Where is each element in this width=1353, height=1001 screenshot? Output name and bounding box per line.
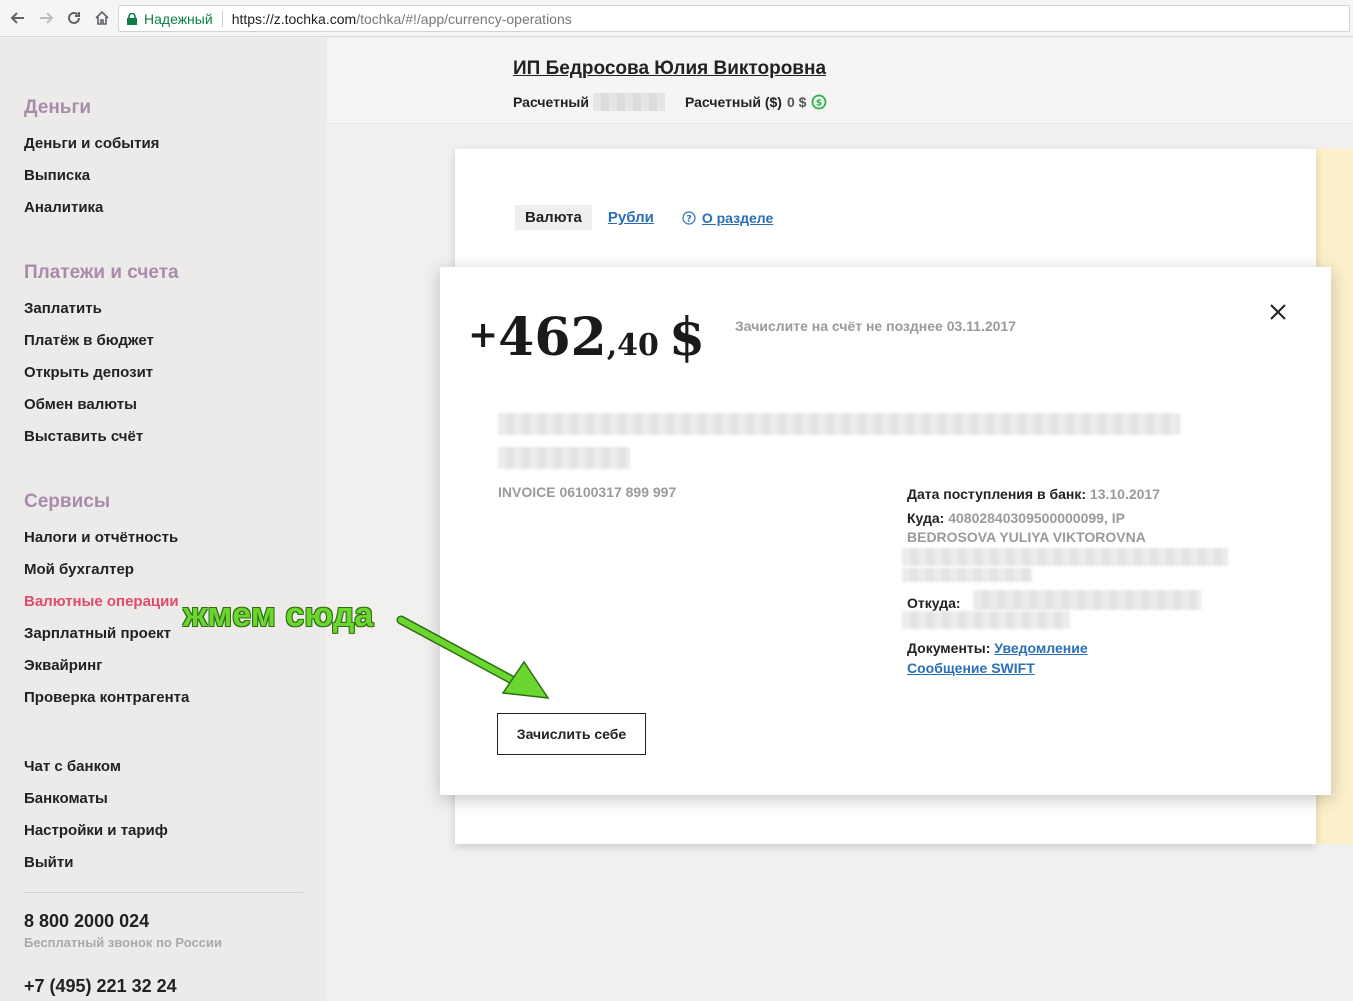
- tab-currency[interactable]: Валюта: [515, 205, 592, 230]
- to-label: Куда:: [907, 510, 945, 526]
- forward-button[interactable]: [32, 4, 60, 32]
- url-host: https://z.tochka.com: [231, 10, 357, 27]
- received-date-row: Дата поступления в банк: 13.10.2017: [907, 484, 1160, 504]
- sidebar-group-title: Сервисы: [24, 491, 111, 512]
- sidebar-divider: [24, 892, 303, 893]
- browser-toolbar: Надежный https://z.tochka.com/tochka/#!/…: [0, 0, 1353, 37]
- sidebar-item-accountant[interactable]: Мой бухгалтер: [24, 554, 189, 586]
- sidebar-item-counterparty-check[interactable]: Проверка контрагента: [24, 682, 189, 714]
- phone-moscow: +7 (495) 221 32 24: [24, 976, 177, 996]
- sidebar: Деньги Деньги и события Выписка Аналитик…: [0, 38, 327, 1001]
- to-value-line1: 40802840309500000099, IP: [948, 510, 1125, 526]
- sidebar-group-title: Платежи и счета: [24, 262, 179, 283]
- received-date-value: 13.10.2017: [1089, 486, 1160, 502]
- sidebar-item-pay[interactable]: Заплатить: [24, 293, 179, 325]
- tab-rubles[interactable]: Рубли: [608, 209, 654, 226]
- account-rub-balance-hidden: [592, 93, 665, 111]
- documents-row: Документы: Уведомление: [907, 638, 1088, 658]
- sidebar-item-analytics[interactable]: Аналитика: [24, 192, 159, 224]
- incoming-payment-modal: +462,40 $ Зачислите на счёт не позднее 03…: [440, 267, 1331, 795]
- svg-text:$: $: [816, 99, 822, 109]
- sidebar-item-chat[interactable]: Чат с банком: [24, 751, 168, 783]
- reload-icon: [68, 11, 80, 24]
- to-value-hidden: [902, 548, 1228, 566]
- sidebar-item-money-events[interactable]: Деньги и события: [24, 128, 159, 160]
- home-icon: [95, 10, 109, 25]
- phone-free-note: Бесплатный звонок по России: [24, 935, 222, 950]
- sidebar-item-logout[interactable]: Выйти: [24, 847, 168, 879]
- to-row: Куда: 40802840309500000099, IP: [907, 508, 1125, 528]
- sidebar-item-issue-invoice[interactable]: Выставить счёт: [24, 421, 179, 453]
- payment-purpose: INVOICE 06100317 899 997: [498, 484, 677, 500]
- from-value-hidden-2: [902, 611, 1070, 629]
- received-date-label: Дата поступления в банк:: [907, 486, 1087, 502]
- sidebar-item-atms[interactable]: Банкоматы: [24, 783, 168, 815]
- sidebar-item-currency-exchange[interactable]: Обмен валюты: [24, 389, 179, 421]
- to-value-hidden-2: [902, 568, 1032, 582]
- sidebar-group-title: Деньги: [24, 97, 92, 118]
- sidebar-group-money: Деньги Деньги и события Выписка Аналитик…: [24, 97, 159, 224]
- about-section-label: О разделе: [701, 209, 774, 226]
- sidebar-item-statement[interactable]: Выписка: [24, 160, 159, 192]
- amount-integer: 462: [498, 307, 607, 368]
- account-header: ИП Бедросова Юлия Викторовна Расчетный Р…: [327, 38, 1353, 124]
- about-section-link[interactable]: ? О разделе: [682, 210, 773, 226]
- phone-free: 8 800 2000 024: [24, 911, 150, 931]
- account-usd-label[interactable]: Расчетный ($): [685, 94, 782, 110]
- question-icon: ?: [682, 210, 696, 225]
- sender-name-hidden-2: [498, 447, 630, 469]
- sidebar-item-salary-project[interactable]: Зарплатный проект: [24, 618, 189, 650]
- payment-amount: +462,40 $: [468, 307, 705, 368]
- doc-swift-link[interactable]: Сообщение SWIFT: [907, 658, 1035, 678]
- documents-label: Документы:: [907, 640, 991, 656]
- from-value-hidden: [973, 590, 1201, 610]
- secure-label: Надежный: [144, 10, 213, 27]
- to-value-line2: BEDROSOVA YULIYA VIKTOROVNA: [907, 529, 1146, 545]
- amount-currency: $: [668, 307, 706, 368]
- sender-name-hidden: [498, 413, 1180, 435]
- doc-notification-link[interactable]: Уведомление: [994, 640, 1087, 656]
- back-button[interactable]: [4, 4, 32, 32]
- sidebar-item-acquiring[interactable]: Эквайринг: [24, 650, 189, 682]
- accounts-row: Расчетный Расчетный ($) 0 $ $: [513, 93, 827, 111]
- amount-decimal: ,40: [606, 328, 659, 363]
- home-button[interactable]: [88, 4, 116, 32]
- amount-sign: +: [468, 314, 499, 356]
- exchange-icon[interactable]: $: [811, 94, 827, 110]
- company-name[interactable]: ИП Бедросова Юлия Викторовна: [513, 58, 826, 80]
- svg-text:?: ?: [686, 214, 691, 224]
- sidebar-item-currency-operations[interactable]: Валютные операции: [24, 586, 189, 618]
- sidebar-item-open-deposit[interactable]: Открыть депозит: [24, 357, 179, 389]
- sidebar-item-settings[interactable]: Настройки и тариф: [24, 815, 168, 847]
- deadline-note: Зачислите на счёт не позднее 03.11.2017: [735, 318, 1016, 334]
- address-bar[interactable]: Надежный https://z.tochka.com/tochka/#!/…: [118, 5, 1350, 32]
- sidebar-group-payments: Платежи и счета Заплатить Платёж в бюдже…: [24, 262, 179, 453]
- from-label: Откуда:: [907, 595, 961, 611]
- account-usd-balance: 0 $: [786, 94, 807, 110]
- close-icon[interactable]: [1268, 302, 1288, 322]
- account-rub-label[interactable]: Расчетный: [513, 94, 589, 110]
- sidebar-item-taxes[interactable]: Налоги и отчётность: [24, 522, 189, 554]
- arrow-left-icon: [10, 12, 24, 24]
- sidebar-item-budget-payment[interactable]: Платёж в бюджет: [24, 325, 179, 357]
- reload-button[interactable]: [60, 4, 88, 32]
- annotation-label: жмем сюда: [183, 596, 374, 634]
- url-separator: [221, 10, 223, 27]
- tabs: Валюта Рубли ? О разделе: [515, 205, 773, 230]
- url-path: /tochka/#!/app/currency-operations: [356, 10, 572, 27]
- lock-icon: [127, 12, 137, 25]
- credit-to-self-button[interactable]: Зачислить себе: [497, 713, 646, 755]
- arrow-right-icon: [40, 12, 54, 24]
- sidebar-group-extra: Чат с банком Банкоматы Настройки и тариф…: [24, 751, 168, 879]
- sidebar-group-services: Сервисы Налоги и отчётность Мой бухгалте…: [24, 491, 189, 714]
